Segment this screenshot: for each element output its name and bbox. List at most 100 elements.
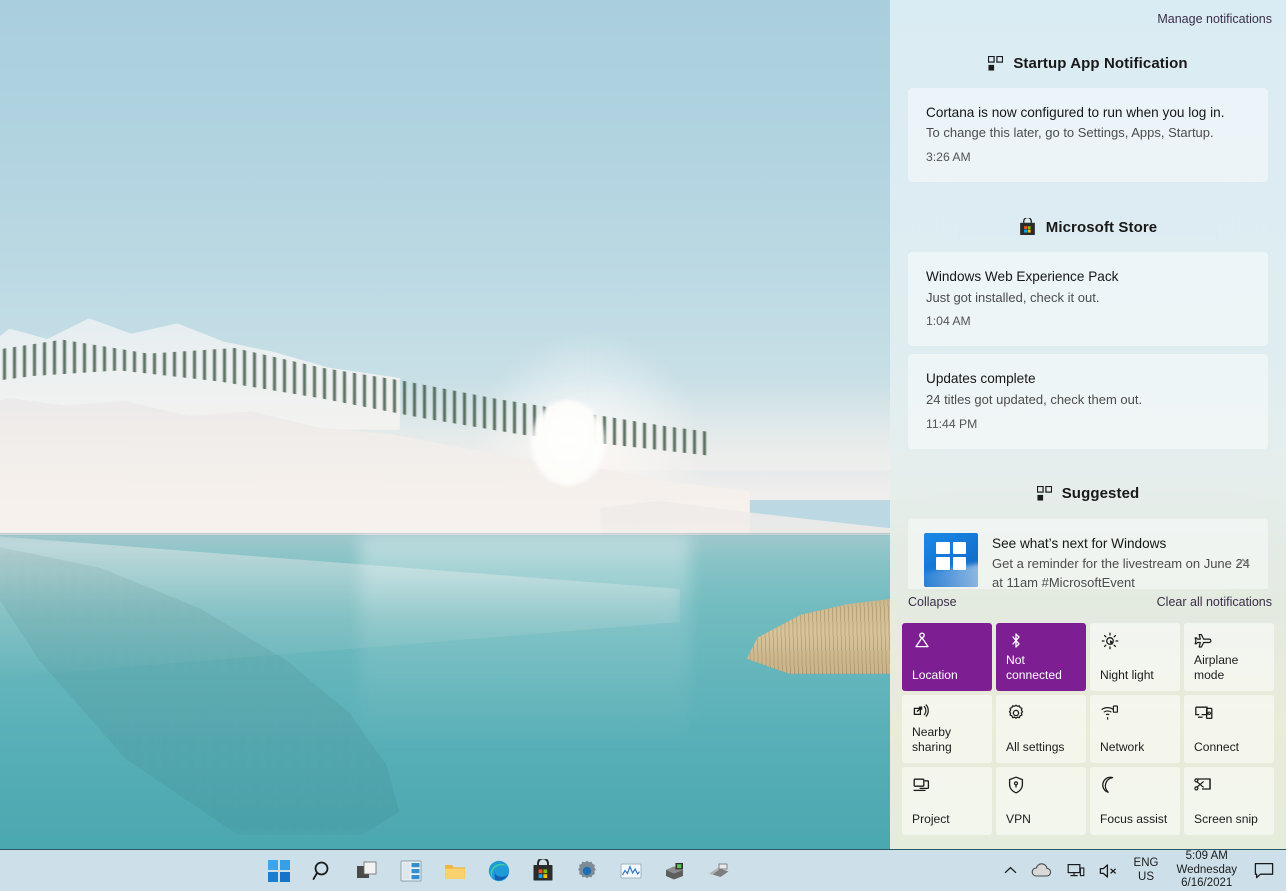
task-view-icon: [355, 859, 379, 883]
windows-tiles-icon: [1037, 486, 1052, 501]
location-icon: [912, 631, 983, 653]
app-icon-2: [707, 859, 731, 883]
wallpaper-sun: [531, 400, 605, 486]
quick-action-connect[interactable]: Connect: [1184, 695, 1274, 763]
notification-body: 24 titles got updated, check them out.: [926, 391, 1250, 410]
app-button-2[interactable]: [701, 853, 737, 889]
notification-body: To change this later, go to Settings, Ap…: [926, 124, 1250, 143]
volume-button[interactable]: [1093, 850, 1125, 891]
language-secondary: US: [1134, 871, 1159, 884]
notification-title: Updates complete: [926, 370, 1250, 388]
start-button[interactable]: [261, 853, 297, 889]
quick-action-label: Connect: [1194, 740, 1265, 756]
app-button-1[interactable]: [657, 853, 693, 889]
notification-title: Windows Web Experience Pack: [926, 268, 1250, 286]
windows-tiles-icon: [988, 56, 1003, 71]
quick-action-label: Airplane mode: [1194, 653, 1265, 684]
quick-action-screen-snip[interactable]: Screen snip: [1184, 767, 1274, 835]
notification-card[interactable]: Cortana is now configured to run when yo…: [908, 88, 1268, 182]
notification-body: Just got installed, check it out.: [926, 289, 1250, 308]
widgets-button[interactable]: [393, 853, 429, 889]
quick-action-vpn[interactable]: VPN: [996, 767, 1086, 835]
chevron-up-icon: [1004, 866, 1017, 875]
task-view-button[interactable]: [349, 853, 385, 889]
gear-icon: [575, 859, 599, 883]
action-center-footer: Collapse Clear all notifications: [890, 589, 1286, 617]
quick-action-label: Nearby sharing: [912, 725, 983, 756]
notification-time: 11:44 PM: [926, 417, 1250, 431]
action-center-icon: [1254, 862, 1274, 880]
notification-group-title: Suggested: [1062, 485, 1140, 502]
volume-muted-icon: [1099, 863, 1119, 879]
quick-action-nearby-sharing[interactable]: Nearby sharing: [902, 695, 992, 763]
action-center-panel: Manage notifications Startup App Notific…: [890, 0, 1286, 849]
folder-icon: [443, 859, 467, 883]
quick-action-label: Network: [1100, 740, 1171, 756]
collapse-button[interactable]: Collapse: [908, 595, 957, 609]
manage-notifications-link[interactable]: Manage notifications: [1157, 12, 1272, 26]
network-icon: [1067, 863, 1085, 879]
quick-action-location[interactable]: Location: [902, 623, 992, 691]
clock[interactable]: 5:09 AM Wednesday 6/16/2021: [1167, 850, 1246, 891]
onedrive-icon: [1031, 863, 1053, 878]
notification-card[interactable]: See what’s next for Windows Get a remind…: [908, 519, 1268, 589]
shield-icon: [1006, 775, 1077, 797]
chart-icon: [619, 859, 643, 883]
network-button[interactable]: [1061, 850, 1091, 891]
clock-time: 5:09 AM: [1176, 850, 1237, 864]
microsoft-store-icon: [531, 859, 555, 883]
quick-actions-grid: Location Not connected: [890, 617, 1286, 849]
quick-action-label: Focus assist: [1100, 812, 1171, 828]
language-primary: ENG: [1134, 857, 1159, 870]
notification-group-title: Microsoft Store: [1046, 219, 1158, 236]
quick-action-focus-assist[interactable]: Focus assist: [1090, 767, 1180, 835]
quick-action-project[interactable]: Project: [902, 767, 992, 835]
notification-time: 3:26 AM: [926, 150, 1250, 164]
search-button[interactable]: [305, 853, 341, 889]
wallpaper-water-shine: [360, 535, 690, 849]
show-hidden-icons-button[interactable]: [998, 850, 1023, 891]
quick-action-label: Screen snip: [1194, 812, 1265, 828]
notification-card[interactable]: Windows Web Experience Pack Just got ins…: [908, 252, 1268, 346]
notification-group-header: Startup App Notification: [890, 44, 1286, 82]
edge-button[interactable]: [481, 853, 517, 889]
taskbar-buttons: [0, 853, 998, 889]
app-icon-1: [663, 859, 687, 883]
file-explorer-button[interactable]: [437, 853, 473, 889]
quick-action-network[interactable]: Network: [1090, 695, 1180, 763]
language-indicator[interactable]: ENG US: [1127, 857, 1166, 883]
notification-card[interactable]: Updates complete 24 titles got updated, …: [908, 354, 1268, 448]
store-button[interactable]: [525, 853, 561, 889]
gear-icon: [1006, 703, 1077, 725]
performance-button[interactable]: [613, 853, 649, 889]
onedrive-button[interactable]: [1025, 850, 1059, 891]
settings-button[interactable]: [569, 853, 605, 889]
snip-icon: [1194, 775, 1265, 797]
notification-group-header: Suggested: [890, 475, 1286, 513]
quick-action-bluetooth[interactable]: Not connected: [996, 623, 1086, 691]
widgets-icon: [399, 859, 423, 883]
quick-action-label: Location: [912, 668, 983, 684]
quick-action-airplane-mode[interactable]: Airplane mode: [1184, 623, 1274, 691]
bluetooth-icon: [1006, 631, 1077, 653]
manage-notifications-row: Manage notifications: [890, 0, 1286, 38]
windows-11-tile-icon: [924, 533, 978, 587]
nearby-sharing-icon: [912, 703, 983, 725]
brightness-icon: [1100, 631, 1171, 653]
clear-all-notifications-button[interactable]: Clear all notifications: [1157, 595, 1272, 609]
chevron-up-icon[interactable]: [1230, 550, 1256, 576]
quick-action-night-light[interactable]: Night light: [1090, 623, 1180, 691]
action-center-button[interactable]: [1248, 850, 1280, 891]
connect-icon: [1194, 703, 1265, 725]
windows-start-icon: [267, 859, 291, 883]
project-icon: [912, 775, 983, 797]
taskbar: ENG US 5:09 AM Wednesday 6/16/2021: [0, 849, 1286, 891]
quick-action-label: Project: [912, 812, 983, 828]
quick-action-all-settings[interactable]: All settings: [996, 695, 1086, 763]
notification-title: See what’s next for Windows: [992, 535, 1254, 553]
notification-list[interactable]: Manage notifications Startup App Notific…: [890, 0, 1286, 589]
network-icon: [1100, 703, 1171, 725]
notification-title: Cortana is now configured to run when yo…: [926, 104, 1250, 122]
notification-time: 1:04 AM: [926, 314, 1250, 328]
quick-action-label: Night light: [1100, 668, 1171, 684]
